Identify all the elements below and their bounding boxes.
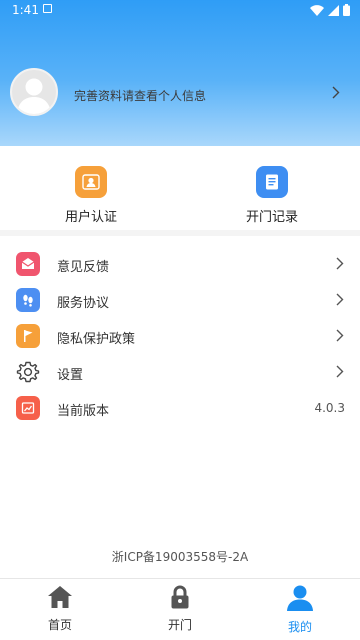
feedback-mail-icon	[16, 252, 40, 276]
chevron-right-icon	[336, 293, 344, 306]
door-records-button[interactable]: 开门记录	[222, 166, 322, 225]
tab-open-door[interactable]: 开门	[140, 583, 220, 633]
tab-mine[interactable]: 我的	[260, 583, 340, 635]
user-id-icon	[75, 166, 107, 198]
user-verification-button[interactable]: 用户认证	[41, 166, 141, 225]
profile-header: 1:41 完善资料请查看个人信息	[0, 0, 360, 146]
quick-action-label: 开门记录	[245, 210, 298, 225]
avatar[interactable]	[10, 68, 58, 116]
quick-actions: 用户认证 开门记录	[0, 146, 360, 230]
bottom-tab-bar: 首页 开门 我的	[0, 578, 360, 640]
tab-label: 我的	[287, 620, 312, 634]
profile-prompt: 完善资料请查看个人信息	[74, 89, 207, 103]
menu-item-feedback[interactable]: 意见反馈	[0, 246, 360, 282]
menu-item-label: 服务协议	[57, 296, 110, 311]
default-avatar-icon	[17, 78, 51, 114]
version-number: 4.0.3	[314, 401, 345, 415]
menu-item-label: 设置	[57, 368, 84, 383]
icp-record: 浙ICP备19003558号-2A	[111, 550, 249, 564]
menu-item-settings[interactable]: 设置	[0, 354, 360, 390]
menu-item-label: 隐私保护政策	[57, 332, 136, 347]
footprints-icon	[16, 288, 40, 312]
settings-menu: 意见反馈 服务协议 隐私保护政策 设置 当前版本 4.0.3	[0, 236, 360, 581]
flag-icon	[16, 324, 40, 348]
chevron-right-icon	[336, 365, 344, 378]
tab-label: 开门	[167, 618, 192, 632]
menu-item-service-agreement[interactable]: 服务协议	[0, 282, 360, 318]
tab-label: 首页	[47, 618, 72, 632]
menu-item-current-version: 当前版本 4.0.3	[0, 390, 360, 426]
chevron-right-icon	[336, 257, 344, 270]
system-icons	[310, 4, 350, 16]
notification-icon	[43, 4, 52, 13]
menu-item-label: 当前版本	[57, 404, 110, 419]
profile-row[interactable]: 完善资料请查看个人信息	[10, 68, 350, 118]
quick-action-label: 用户认证	[64, 210, 117, 225]
wifi-icon	[310, 4, 324, 16]
chevron-right-icon	[336, 329, 344, 342]
status-time: 1:41	[12, 3, 39, 17]
menu-item-label: 意见反馈	[57, 260, 110, 275]
tab-home[interactable]: 首页	[20, 583, 100, 633]
lock-icon	[171, 585, 189, 609]
chart-icon	[16, 396, 40, 420]
signal-icon	[328, 4, 339, 16]
menu-item-privacy-policy[interactable]: 隐私保护政策	[0, 318, 360, 354]
status-bar: 1:41	[0, 0, 360, 20]
document-icon	[256, 166, 288, 198]
gear-icon	[16, 360, 40, 384]
battery-icon	[343, 4, 350, 16]
person-icon	[287, 585, 313, 611]
chevron-right-icon	[332, 86, 340, 99]
home-icon	[48, 586, 72, 608]
